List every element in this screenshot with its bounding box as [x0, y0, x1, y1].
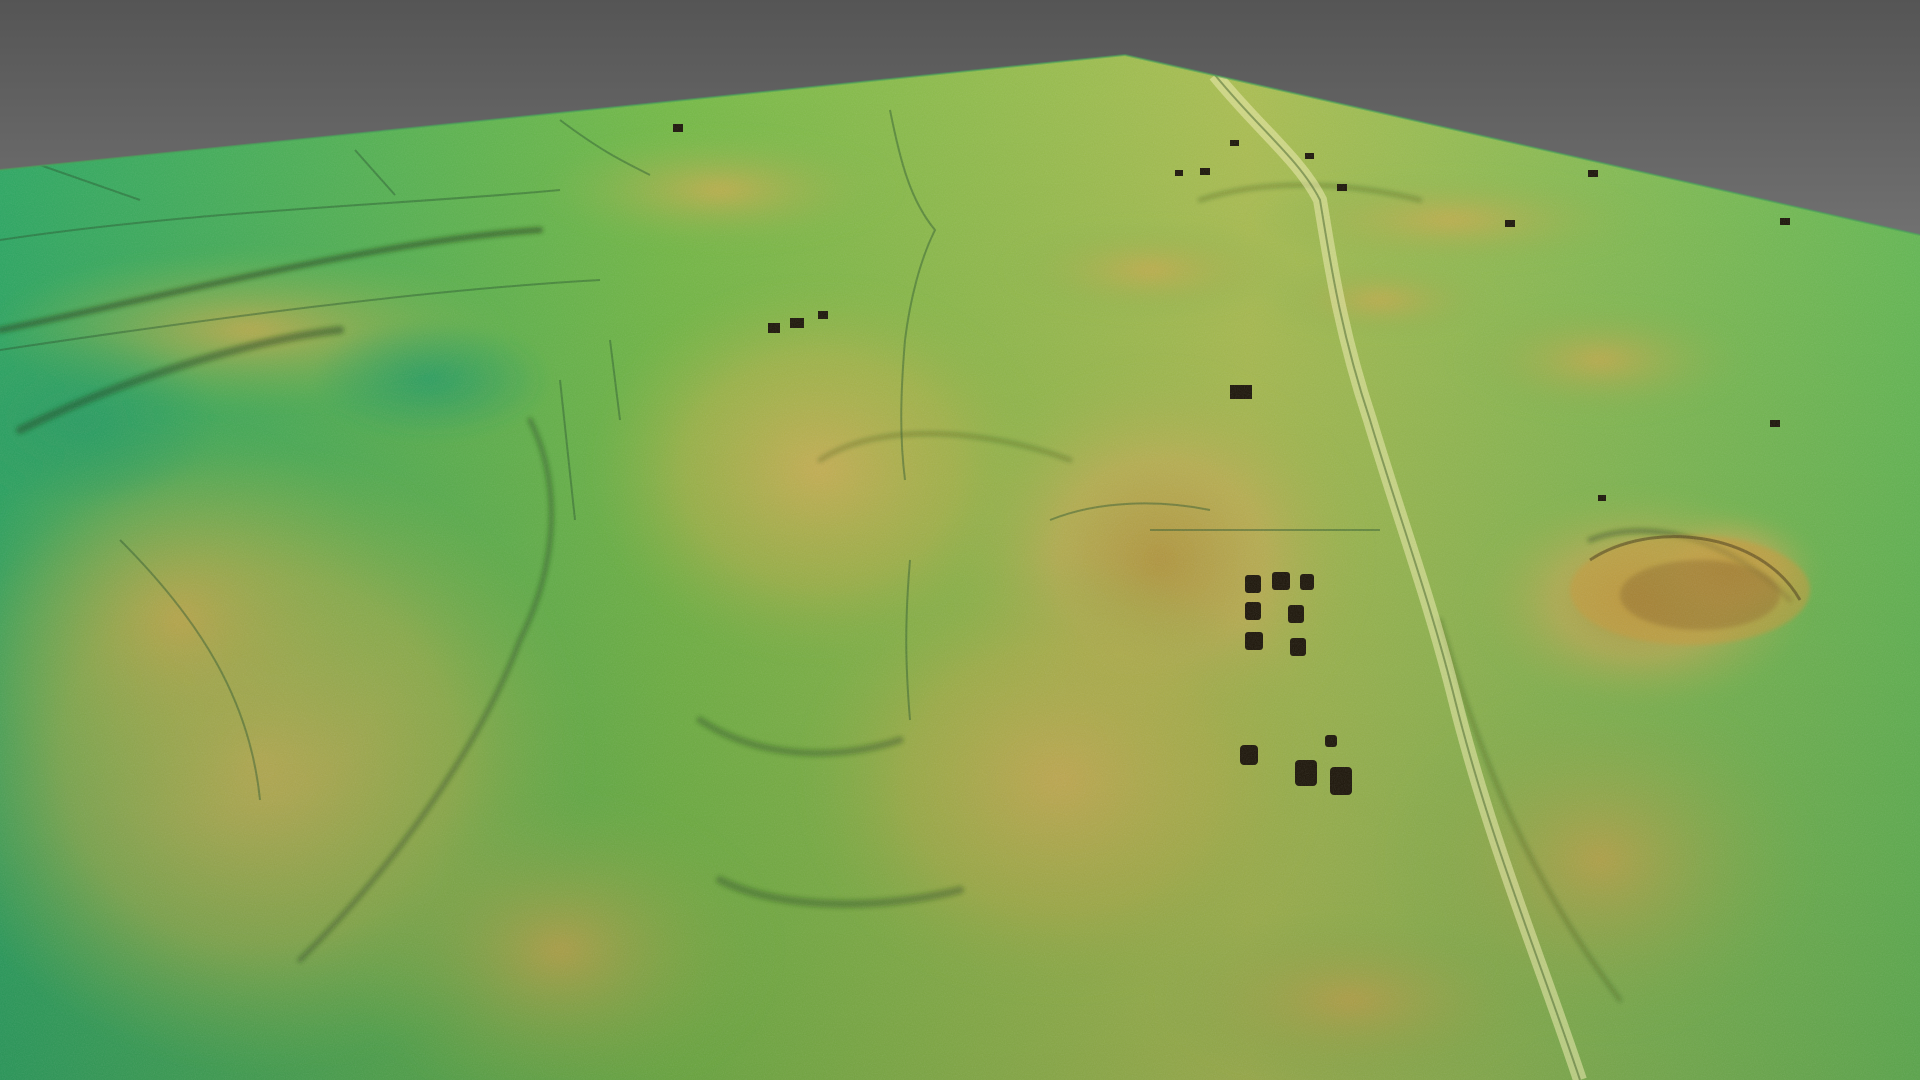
terrain-scene: [0, 0, 1920, 1080]
viewport[interactable]: [0, 0, 1920, 1080]
